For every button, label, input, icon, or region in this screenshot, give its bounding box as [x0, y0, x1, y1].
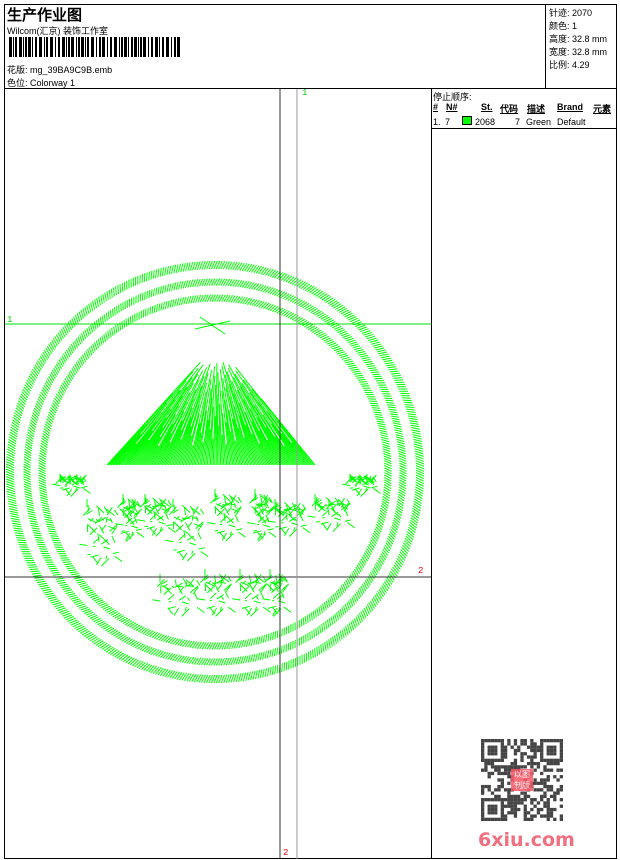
subtext-stitches	[152, 569, 292, 617]
qr-code-watermark: 以图 制版	[481, 739, 564, 822]
table-divider	[431, 128, 617, 129]
guide-marker-top: 1	[302, 88, 308, 98]
stat-stitches: 针迹: 2070	[549, 8, 593, 18]
stitch-ring	[23, 278, 407, 666]
stat-colors: 颜色: 1	[549, 21, 578, 31]
col-stitches: St.	[481, 102, 493, 112]
guide-marker-left: 1	[7, 315, 13, 325]
guide-marker-bottom: 2	[283, 848, 289, 858]
embroidery-preview	[5, 89, 431, 859]
guide-marker-right: 2	[418, 566, 424, 576]
row-needle: 7	[445, 117, 451, 127]
col-brand: Brand	[557, 102, 584, 112]
col-needle: N#	[446, 102, 458, 112]
col-index: #	[433, 102, 439, 112]
stats-divider	[545, 4, 546, 88]
colorway-value: Colorway 1	[30, 78, 76, 88]
stat-height: 高度: 32.8 mm	[549, 34, 608, 44]
row-code: 7	[515, 117, 521, 127]
row-brand: Default	[557, 117, 586, 127]
design-file: 花版: mg_39BA9C9B.emb	[7, 63, 112, 76]
stat-scale: 比例: 4.29	[549, 60, 590, 70]
row-stitches: 2068	[475, 117, 496, 127]
col-element: 元素	[593, 104, 612, 114]
row-description: Green	[526, 117, 552, 127]
page-title: 生产作业图	[7, 6, 83, 24]
col-code: 代码	[500, 104, 519, 114]
colorway-label: 色位:	[7, 78, 28, 88]
col-description: 描述	[527, 104, 546, 114]
stitch-ring	[38, 294, 392, 650]
seal-stamp: 以图 制版	[511, 769, 533, 791]
design-file-name: mg_39BA9C9B.emb	[30, 65, 113, 75]
triangle-logo	[106, 316, 316, 466]
row-index: 1.	[433, 117, 441, 127]
stat-width: 宽度: 32.8 mm	[549, 47, 608, 57]
watermark-text: 6xiu.com	[478, 829, 575, 851]
barcode	[9, 37, 180, 57]
design-label: 花版:	[7, 65, 28, 75]
panel-divider	[431, 88, 432, 859]
company-name: Wilcom(汇京) 装饰工作室	[7, 26, 108, 36]
color-swatch	[462, 116, 472, 125]
logo-text-stitches	[52, 474, 381, 567]
